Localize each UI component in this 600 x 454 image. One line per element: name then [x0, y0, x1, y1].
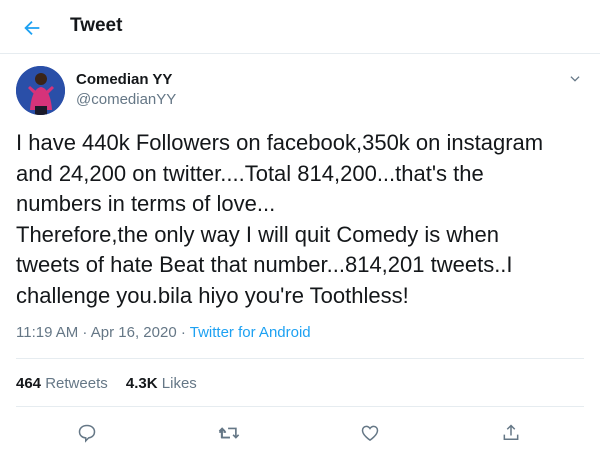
avatar-photo-icon [16, 66, 65, 115]
chevron-down-icon [570, 76, 580, 82]
retweet-button[interactable] [216, 420, 242, 446]
like-icon [361, 425, 379, 441]
tweet-meta: 11:19 AM · Apr 16, 2020 · Twitter for An… [16, 324, 311, 341]
divider [16, 406, 584, 407]
avatar[interactable] [16, 66, 65, 115]
back-arrow-icon [24, 20, 40, 36]
likes-stat[interactable]: 4.3K Likes [126, 375, 197, 392]
retweets-label: Retweets [45, 375, 108, 392]
retweets-stat[interactable]: 464 Retweets [16, 375, 108, 392]
author-handle[interactable]: @comedianYY [76, 91, 176, 108]
tweet-source-link[interactable]: Twitter for Android [190, 324, 311, 341]
reply-icon [78, 424, 96, 443]
likes-count: 4.3K [125, 375, 158, 392]
divider [16, 358, 584, 359]
tweet-header: Tweet [0, 0, 600, 54]
meta-separator: · [176, 324, 190, 341]
tweet-date[interactable]: Apr 16, 2020 [91, 324, 177, 341]
back-button[interactable] [16, 12, 48, 44]
tweet-author: Comedian YY @comedianYY [16, 66, 584, 116]
tweet-actions [0, 412, 600, 452]
tweet-text: I have 440k Followers on facebook,350k o… [16, 130, 544, 308]
tweet-options-button[interactable] [566, 70, 584, 88]
retweets-count: 464 [16, 375, 42, 392]
tweet-stats: 464 Retweets 4.3K Likes [16, 375, 211, 392]
like-button[interactable] [357, 420, 383, 446]
share-button[interactable] [498, 420, 524, 446]
share-icon [503, 424, 519, 440]
likes-label: Likes [161, 375, 197, 392]
meta-separator: · [78, 324, 91, 341]
author-name[interactable]: Comedian YY [76, 71, 172, 88]
reply-button[interactable] [74, 420, 100, 446]
tweet-time[interactable]: 11:19 AM [16, 324, 78, 341]
retweet-icon [218, 427, 240, 439]
page-title: Tweet [70, 15, 123, 36]
